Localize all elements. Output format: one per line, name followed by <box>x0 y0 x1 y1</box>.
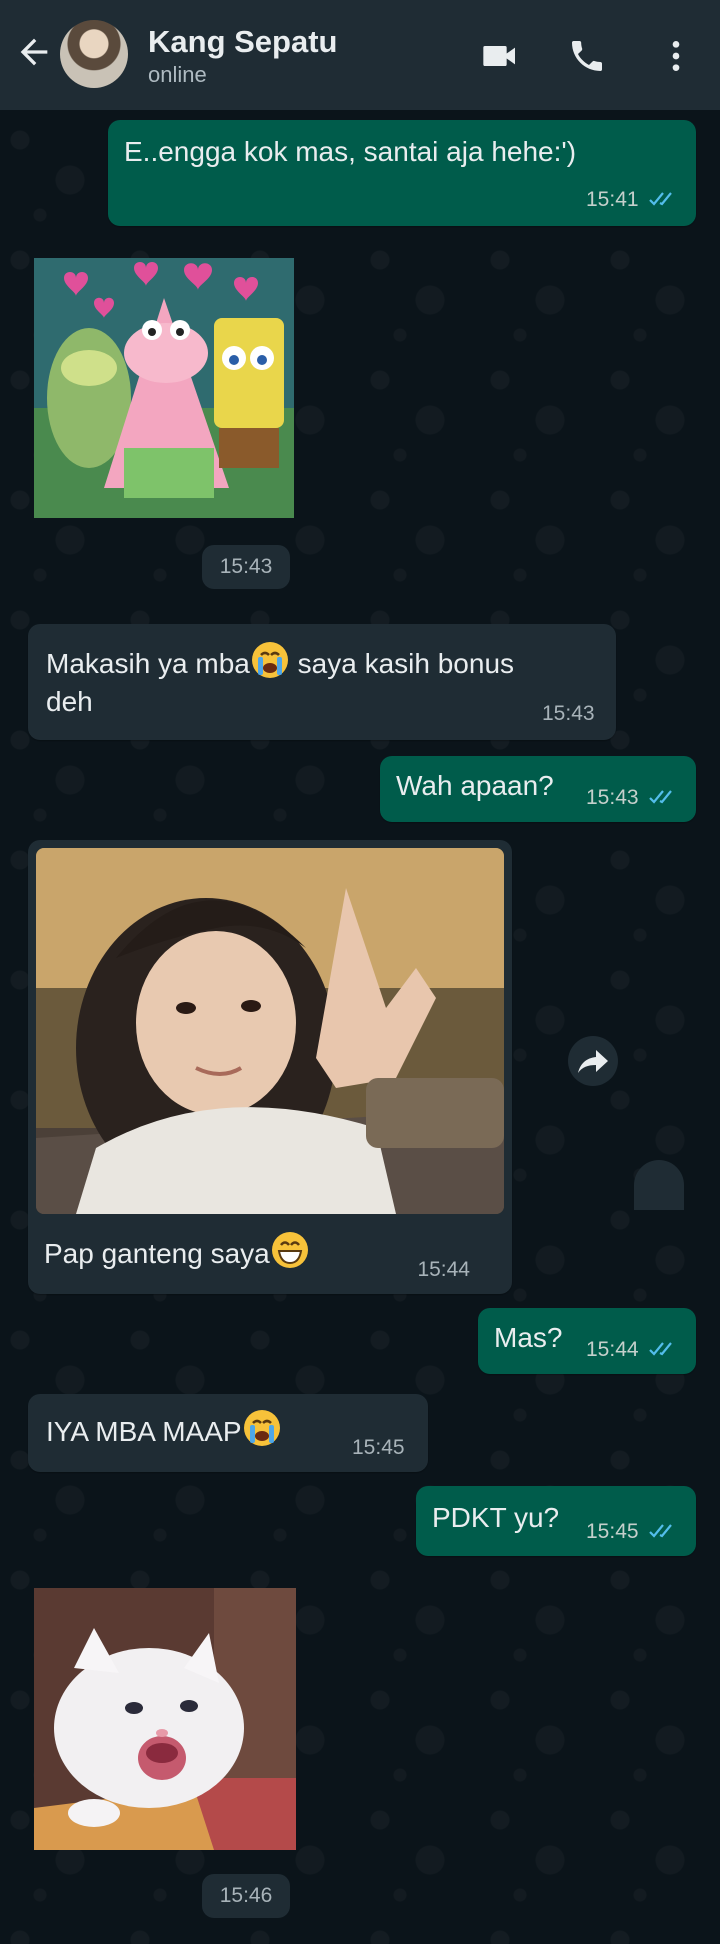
message-text-part: saya kasih bonus <box>289 647 515 679</box>
message-time: 15:45 <box>586 1520 639 1543</box>
back-arrow-icon[interactable] <box>14 32 54 72</box>
loudly-crying-face-icon <box>250 640 290 691</box>
photo-caption: Pap ganteng saya <box>44 1230 310 1281</box>
message-bubble-incoming[interactable]: Makasih ya mba saya kasih bonus deh 15:4… <box>28 624 616 740</box>
message-bubble-outgoing[interactable]: PDKT yu? 15:45 <box>416 1486 696 1556</box>
message-time: 15:45 <box>352 1436 405 1459</box>
message-text: IYA MBA MAAP <box>46 1408 282 1459</box>
message-time: 15:41 <box>586 188 639 211</box>
contact-status: online <box>148 62 207 87</box>
more-vert-icon[interactable] <box>656 36 696 76</box>
scroll-to-bottom-button[interactable] <box>634 1160 684 1210</box>
message-bubble-outgoing[interactable]: Mas? 15:44 <box>478 1308 696 1374</box>
forward-button[interactable] <box>568 1036 618 1086</box>
sticker-spongebob-patrick[interactable] <box>34 258 294 518</box>
message-bubble-incoming-photo[interactable]: Pap ganteng saya 15:44 <box>28 840 512 1294</box>
grinning-face-icon <box>270 1230 310 1281</box>
contact-avatar[interactable] <box>60 20 128 88</box>
phone-icon[interactable] <box>567 36 607 76</box>
message-bubble-outgoing[interactable]: E..engga kok mas, santai aja hehe:') 15:… <box>108 120 696 226</box>
message-text: Mas? <box>494 1322 563 1353</box>
message-text: Wah apaan? <box>396 770 554 801</box>
loudly-crying-face-icon <box>242 1408 282 1459</box>
photo-caption-text: Pap ganteng saya <box>44 1237 270 1269</box>
sticker-crying-kitten[interactable] <box>34 1588 296 1850</box>
message-text: Makasih ya mba saya kasih bonus <box>46 640 514 691</box>
message-text: E..engga kok mas, santai aja hehe:') <box>124 136 577 167</box>
message-bubble-outgoing[interactable]: Wah apaan? 15:43 <box>380 756 696 822</box>
message-text-line: deh <box>46 686 93 717</box>
photo-attachment[interactable] <box>36 848 504 1214</box>
read-ticks-icon <box>649 192 672 206</box>
message-text-part: IYA MBA MAAP <box>46 1415 242 1447</box>
video-call-icon[interactable] <box>480 36 520 76</box>
message-time: 15:44 <box>586 1338 639 1361</box>
message-time: 15:44 <box>417 1258 470 1281</box>
read-ticks-icon <box>649 1524 672 1538</box>
message-time: 15:43 <box>542 702 595 725</box>
sticker-time: 15:43 <box>202 545 290 589</box>
message-text-part: Makasih ya mba <box>46 647 250 679</box>
photo-selfie-image <box>36 848 504 1214</box>
sticker-time: 15:46 <box>202 1874 290 1918</box>
message-text: PDKT yu? <box>432 1502 560 1533</box>
contact-name[interactable]: Kang Sepatu <box>148 24 337 60</box>
message-bubble-incoming[interactable]: IYA MBA MAAP 15:45 <box>28 1394 428 1472</box>
sticker-crying-kitten-image <box>34 1588 296 1850</box>
message-time: 15:43 <box>586 786 639 809</box>
forward-icon <box>578 1050 608 1073</box>
read-ticks-icon <box>649 1342 672 1356</box>
read-ticks-icon <box>649 790 672 804</box>
chat-header: Kang Sepatu online <box>0 0 720 110</box>
sticker-spongebob-patrick-image <box>34 258 294 518</box>
